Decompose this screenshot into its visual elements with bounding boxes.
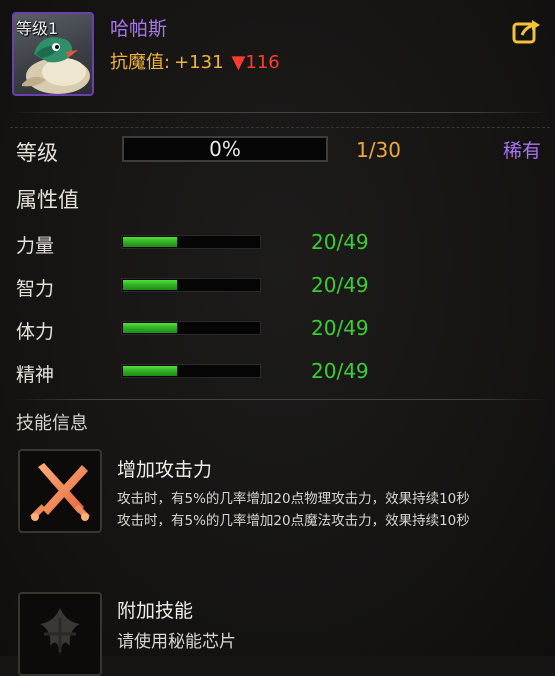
level-count: 1/30 (356, 138, 401, 162)
header-divider-dotted (10, 127, 550, 129)
resist-row: 抗魔值: +131 ▼116 (110, 48, 280, 74)
attr-fill-spirit (123, 366, 178, 376)
attr-bar-strength (121, 235, 261, 249)
resist-down-value: 116 (245, 52, 280, 73)
attr-fill-stamina (123, 323, 178, 333)
pet-level-badge: 等级1 (16, 19, 59, 38)
level-label: 等级 (16, 141, 58, 165)
resist-value: +131 (174, 52, 224, 73)
skill-slot-extra[interactable] (18, 592, 102, 676)
attr-label-stamina: 体力 (16, 321, 55, 343)
share-icon (512, 20, 540, 44)
skill-slot-attack[interactable] (18, 449, 102, 533)
attr-fill-strength (123, 237, 178, 247)
pet-info-panel: 等级1 哈帕斯 抗魔值: +131 ▼116 等级 0% 1/30 稀有 属性值 力… (0, 0, 555, 676)
skills-title: 技能信息 (16, 413, 88, 434)
attr-value-spirit: 20/49 (311, 359, 369, 383)
attr-bar-stamina (121, 321, 261, 335)
crossed-swords-icon (30, 463, 90, 521)
skills-divider (10, 399, 550, 400)
resist-label: 抗魔值: (110, 52, 171, 73)
locked-skill-icon (40, 608, 80, 656)
skill-desc-line: 请使用秘能芯片 (117, 632, 236, 652)
attr-label-spirit: 精神 (16, 364, 55, 386)
exp-percent-text: 0% (209, 137, 241, 161)
rarity-label: 稀有 (503, 140, 542, 162)
attr-value-intelligence: 20/49 (311, 273, 369, 297)
pet-name: 哈帕斯 (110, 18, 168, 40)
share-button[interactable] (512, 18, 542, 46)
header-divider (10, 112, 550, 113)
attributes-title: 属性值 (16, 188, 79, 212)
attr-bar-spirit (121, 364, 261, 378)
exp-progress-bar: 0% (122, 136, 328, 162)
skill-name-attack: 增加攻击力 (117, 459, 213, 481)
attr-bar-intelligence (121, 278, 261, 292)
down-arrow-icon: ▼ (231, 52, 246, 73)
attr-label-intelligence: 智力 (16, 278, 55, 300)
skill-desc-line: 攻击时，有5%的几率增加20点物理攻击力，效果持续10秒 (117, 491, 470, 507)
skill-name-extra: 附加技能 (117, 600, 194, 622)
attr-label-strength: 力量 (16, 235, 55, 257)
skill-desc-line: 攻击时，有5%的几率增加20点魔法攻击力，效果持续10秒 (117, 513, 470, 529)
attr-fill-intelligence (123, 280, 178, 290)
attr-value-stamina: 20/49 (311, 316, 369, 340)
attr-value-strength: 20/49 (311, 230, 369, 254)
resist-down-indicator: ▼116 (232, 52, 280, 73)
